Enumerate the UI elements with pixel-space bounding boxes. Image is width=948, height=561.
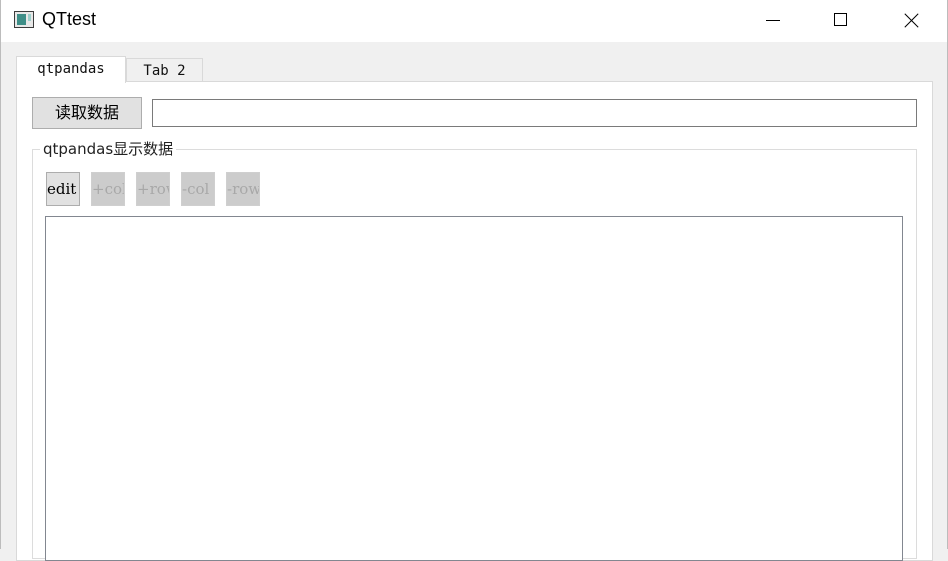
add-column-button[interactable]: +col [91,172,125,206]
title-bar[interactable]: QTtest [1,0,947,42]
tab-qtpandas[interactable]: qtpandas [16,56,126,83]
remove-column-button[interactable]: -col [181,172,215,206]
minimize-icon[interactable] [750,0,796,42]
add-row-button[interactable]: +row [136,172,170,206]
group-title: qtpandas显示数据 [40,138,177,159]
read-data-button[interactable]: 读取数据 [32,97,142,129]
file-path-input[interactable] [152,99,917,127]
window-title: QTtest [42,9,97,29]
remove-row-button[interactable]: -row [226,172,260,206]
app-window: QTtest qtpandas Tab 2 读取数据 qtpandas显示数据 … [0,0,948,561]
edit-button[interactable]: edit [46,172,80,206]
maximize-icon[interactable] [818,0,864,42]
close-icon[interactable] [888,0,934,42]
tab-2[interactable]: Tab 2 [126,58,203,82]
app-icon [14,11,34,28]
data-table-view[interactable] [45,216,903,561]
